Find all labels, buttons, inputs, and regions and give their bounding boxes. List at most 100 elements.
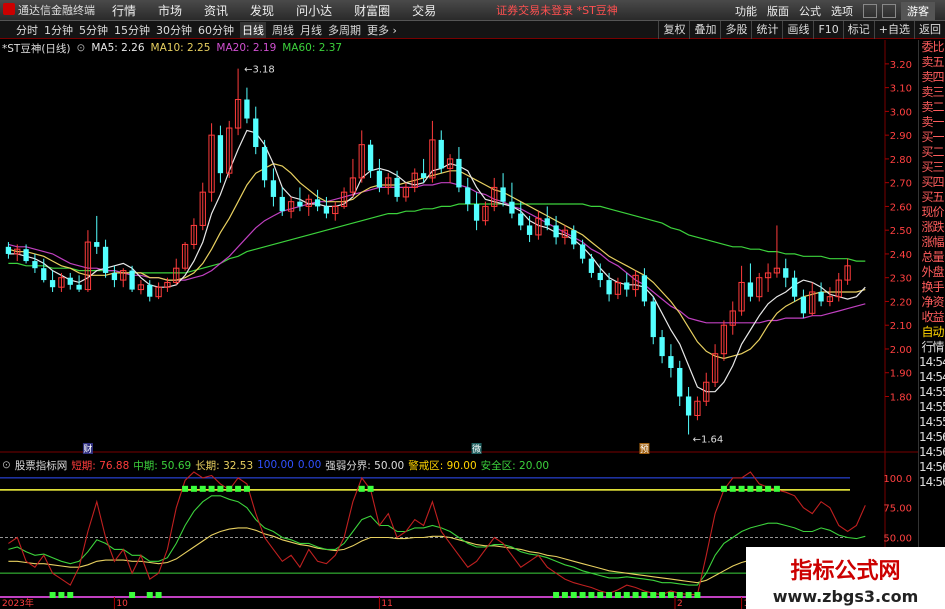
oversold-mark: [570, 592, 577, 598]
add-watchlist-button[interactable]: +自选: [873, 21, 914, 39]
menu-trade[interactable]: 交易: [412, 2, 436, 19]
sidebar-item-sell4[interactable]: 卖四: [919, 70, 945, 85]
indicator-tick-label: 50.00: [883, 533, 912, 544]
candle-body: [420, 173, 427, 178]
candle-body: [465, 187, 471, 205]
multi-stock-button[interactable]: 多股: [720, 21, 751, 39]
minimize-icon[interactable]: [863, 3, 877, 18]
period-monthly[interactable]: 月线: [300, 22, 322, 38]
price-tick-label: 1.90: [890, 369, 912, 380]
quote-sidebar: 委比 卖五 卖四 卖三 卖二 卖一 买一 买二 买三 买四 买五 现价 涨跌 涨…: [918, 40, 945, 609]
candle-body: [32, 261, 38, 269]
menu-options[interactable]: 选项: [831, 3, 853, 19]
candle-body: [394, 177, 400, 197]
period-1min[interactable]: 1分钟: [44, 22, 73, 38]
candle-body: [818, 291, 824, 302]
settings-icon[interactable]: ⊙: [77, 42, 86, 54]
indicator-tick-label: 75.00: [883, 504, 912, 515]
login-notice[interactable]: 证券交易未登录 *ST豆神: [496, 2, 618, 18]
price-tick-label: 3.00: [890, 107, 912, 118]
sidebar-item-buy4[interactable]: 买四: [919, 175, 945, 190]
app-title: 通达信金融终端: [0, 2, 100, 18]
menu-market[interactable]: 市场: [158, 2, 182, 19]
oversold-mark: [659, 592, 666, 598]
main-legend: *ST豆神(日线) ⊙ MA5: 2.26 MA10: 2.25 MA20: 2…: [2, 41, 348, 55]
sidebar-item-buy1[interactable]: 买一: [919, 130, 945, 145]
sidebar-item-sell1[interactable]: 卖一: [919, 115, 945, 130]
sidebar-item-sell3[interactable]: 卖三: [919, 85, 945, 100]
sidebar-item-buy2[interactable]: 买二: [919, 145, 945, 160]
menu-formula[interactable]: 公式: [799, 3, 821, 19]
oversold-mark: [579, 592, 586, 598]
sidebar-time: 14:56: [919, 445, 945, 459]
f10-button[interactable]: F10: [813, 21, 842, 39]
period-more[interactable]: 更多 ›: [367, 22, 397, 38]
overlay-button[interactable]: 叠加: [689, 21, 720, 39]
stats-button[interactable]: 统计: [751, 21, 782, 39]
sidebar-item-auto[interactable]: 自动: [919, 325, 945, 340]
time-label: 11: [381, 599, 392, 609]
sidebar-item-pct[interactable]: 涨幅: [919, 235, 945, 250]
candle-body: [518, 213, 524, 226]
sidebar-item-volume[interactable]: 总量: [919, 250, 945, 265]
sidebar-item-sell5[interactable]: 卖五: [919, 55, 945, 70]
candle-body: [606, 280, 612, 295]
oversold-mark: [606, 592, 613, 598]
oversold-mark: [694, 592, 701, 598]
app-title-text: 通达信金融终端: [18, 4, 95, 17]
period-60min[interactable]: 60分钟: [198, 22, 234, 38]
maximize-icon[interactable]: [882, 3, 896, 18]
candle-body: [129, 270, 135, 290]
period-timeshare[interactable]: 分时: [16, 22, 38, 38]
safe-label: 安全区: 20.00: [480, 459, 550, 472]
kline-chart[interactable]: 3.20 3.10 3.00 2.90 2.80 2.70 2.60 2.50 2.40 2.30…: [0, 40, 918, 609]
menu-ask[interactable]: 问小达: [296, 2, 332, 19]
overbought-mark: [738, 485, 745, 492]
watermark: 指标公式网 www.zbgs3.com: [746, 547, 945, 609]
period-toolbar: 分时 1分钟 5分钟 15分钟 30分钟 60分钟 日线 周线 月线 多周期 更…: [0, 21, 945, 39]
menu-function[interactable]: 功能: [735, 3, 757, 19]
adjust-button[interactable]: 复权: [658, 21, 689, 39]
overbought-mark: [199, 485, 206, 492]
draw-button[interactable]: 画线: [782, 21, 813, 39]
sidebar-item-buy3[interactable]: 买三: [919, 160, 945, 175]
sidebar-item-market[interactable]: 行情: [919, 340, 945, 355]
menu-layout[interactable]: 版面: [767, 3, 789, 19]
sidebar-item-weibi[interactable]: 委比: [919, 40, 945, 55]
candle-body: [800, 296, 807, 314]
period-15min[interactable]: 15分钟: [114, 22, 150, 38]
marker-cai: 财: [83, 443, 92, 455]
oversold-mark: [597, 592, 604, 598]
sidebar-item-netasset[interactable]: 净资: [919, 295, 945, 310]
sidebar-item-outer[interactable]: 外盘: [919, 265, 945, 280]
price-tick-label: 3.10: [890, 84, 912, 95]
period-multi[interactable]: 多周期: [328, 22, 361, 38]
sidebar-item-buy5[interactable]: 买五: [919, 190, 945, 205]
menu-news[interactable]: 资讯: [204, 2, 228, 19]
candle-body: [147, 284, 153, 297]
overbought-mark: [226, 485, 233, 492]
candle-body: [659, 337, 665, 357]
menu-wealth[interactable]: 财富圈: [354, 2, 390, 19]
candle-body: [279, 196, 285, 212]
sidebar-item-price[interactable]: 现价: [919, 205, 945, 220]
indicator-tick-label: 100.0: [883, 474, 912, 485]
guest-button[interactable]: 游客: [901, 1, 935, 20]
overbought-mark: [756, 485, 763, 492]
sidebar-item-earnings[interactable]: 收益: [919, 310, 945, 325]
mark-button[interactable]: 标记: [842, 21, 874, 39]
period-daily[interactable]: 日线: [240, 21, 266, 38]
menu-quotes[interactable]: 行情: [112, 2, 136, 19]
period-5min[interactable]: 5分钟: [79, 22, 108, 38]
sidebar-item-sell2[interactable]: 卖二: [919, 100, 945, 115]
period-30min[interactable]: 30分钟: [156, 22, 192, 38]
candle-body: [579, 244, 586, 259]
period-weekly[interactable]: 周线: [272, 22, 294, 38]
sidebar-time: 14:54: [919, 355, 945, 369]
indicator-settings-icon[interactable]: ⊙: [2, 459, 11, 471]
price-tick-label: 2.40: [890, 250, 912, 261]
sidebar-item-turnover[interactable]: 换手: [919, 280, 945, 295]
back-button[interactable]: 返回: [914, 21, 945, 39]
sidebar-item-change[interactable]: 涨跌: [919, 220, 945, 235]
menu-discover[interactable]: 发现: [250, 2, 274, 19]
